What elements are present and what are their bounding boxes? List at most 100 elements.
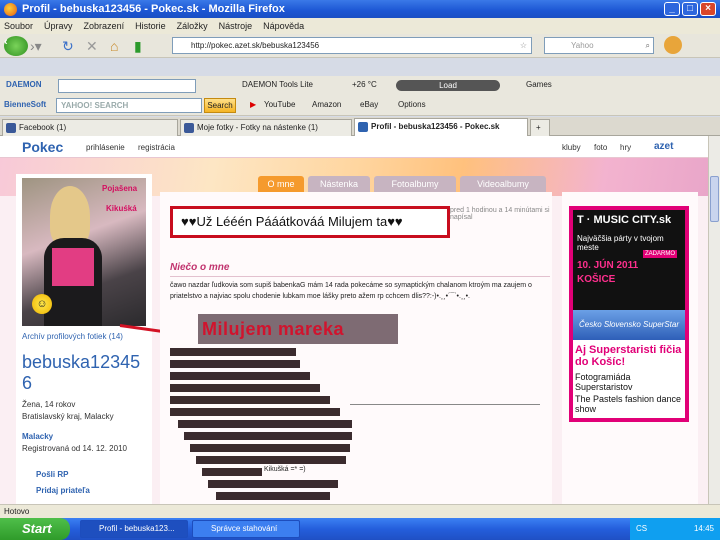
azet-logo[interactable]: azet [654,141,673,152]
window-title: Profil - bebuska123456 - Pokec.sk - Mozi… [22,3,285,15]
add-friend-link[interactable]: Pridaj priateľa [36,486,90,495]
photo-shirt [52,248,94,286]
text-art-row [170,408,340,416]
kiku-text: Kikušká =* =) [264,466,306,473]
menu-history[interactable]: Historie [135,21,166,31]
clock: 14:45 [693,524,714,533]
stop-icon[interactable]: ✕ [86,37,98,55]
status-bar: Hotovo [0,504,720,518]
text-art-row [196,456,346,464]
page-content: Pokec prihlásenie registrácia kluby foto… [0,136,708,504]
search-input[interactable]: Yahoo ⌕ [544,37,654,54]
yahoo-toolbar: BienneSoft YAHOO! SEARCH Search ▶ YouTub… [0,96,720,116]
menu-tools[interactable]: Nástroje [219,21,253,31]
profile-info: Žena, 14 rokov [22,400,76,409]
tab-videoalbumy[interactable]: Videoalbumy [460,176,546,192]
maximize-button[interactable]: □ [682,2,698,16]
clubs-link[interactable]: kluby [562,143,581,152]
yahoo-search-button[interactable]: Search [204,98,236,113]
login-link[interactable]: prihlásenie [86,143,125,152]
ad-sub1: Fotogramiáda Superstaristov [575,372,633,392]
games-link[interactable]: hry [620,143,631,152]
register-link[interactable]: registrácia [138,143,175,152]
photo-link[interactable]: foto [594,143,607,152]
amazon-link[interactable]: Amazon [312,100,341,109]
taskbar-item-firefox[interactable]: Profil - bebuska123... [80,520,188,538]
tab-o-mne[interactable]: O mne [258,176,304,192]
menu-file[interactable]: Soubor [4,21,33,31]
text-art-row [190,444,350,452]
ad-top: T · MUSIC CITY.sk Najväčšia párty v tvoj… [573,210,685,310]
task-label: Profil - bebuska123... [99,524,175,533]
page-scrollbar[interactable] [708,136,720,504]
city-link[interactable]: Malacky [22,432,53,441]
text-art-row [208,480,338,488]
send-message-link[interactable]: Pošli RP [36,470,68,479]
profile-location: Bratislavský kraj, Malacky [22,412,114,421]
photo-archive-link[interactable]: Archív profilových fotiek (14) [22,332,123,341]
search-placeholder: Yahoo [571,41,594,50]
biennesoft-label: BienneSoft [4,100,47,109]
text-art-row [170,348,296,356]
options-link[interactable]: Options [398,100,426,109]
ad-zdarma: ZADARMO [643,250,677,258]
start-button[interactable]: Start [0,518,70,540]
firefox-icon [4,2,17,16]
tab-facebook[interactable]: Facebook (1) [2,119,178,136]
tab-profil[interactable]: Profil - bebuska123456 - Pokec.sk [354,118,528,136]
menu-help[interactable]: Nápověda [263,21,304,31]
ebay-link[interactable]: eBay [360,100,378,109]
profile-photo[interactable]: ☺ Pojašena Kikuśká [22,178,146,326]
load-slider[interactable]: Load [396,80,500,91]
daemon-label[interactable]: DAEMON Tools Lite [242,80,313,89]
music-city-ad[interactable]: T · MUSIC CITY.sk Najväčšia párty v tvoj… [569,206,689,422]
address-bar[interactable]: http://pokec.azet.sk/bebuska123456 ☆ [172,37,532,54]
language-indicator[interactable]: CS [636,524,647,533]
reload-icon[interactable]: ↻ [62,37,74,55]
system-tray: CS 14:45 [630,518,720,540]
new-tab-button[interactable]: + [530,119,550,136]
ad-sub2: The Pastels fashion dance show [575,394,682,414]
text-art-row [184,432,352,440]
status-text: Hotovo [4,507,30,516]
search-icon[interactable]: ⌕ [646,38,650,53]
tab-moje-fotky[interactable]: Moje fotky - Fotky na nástenke (1) [180,119,352,136]
pokec-header: Pokec prihlásenie registrácia kluby foto… [0,136,708,158]
pokec-logo[interactable]: Pokec [22,139,63,155]
photo-caption-1: Pojašena [102,184,138,193]
weather-label[interactable]: +26 °C [352,80,377,89]
forward-button[interactable]: ›▾ [30,37,42,55]
photo-hair [50,186,90,246]
tab-fotoalbumy[interactable]: Fotoalbumy [374,176,456,192]
window-titlebar: Profil - bebuska123456 - Pokec.sk - Mozi… [0,0,720,18]
youtube-link[interactable]: YouTube [264,100,295,109]
menu-edit[interactable]: Úpravy [44,21,73,31]
games-label[interactable]: Games [526,80,552,89]
text-art-row [170,360,300,368]
minimize-button[interactable]: _ [664,2,680,16]
tab-label: Facebook (1) [19,123,67,132]
search-btn-label: Search [207,101,233,110]
daemon-search-input[interactable] [58,79,196,93]
ad-logo: T · MUSIC CITY.sk [577,214,672,226]
tab-label: Fotoalbumy [391,179,439,189]
youtube-icon: ▶ [250,100,257,109]
scrollbar-thumb[interactable] [710,176,719,222]
back-button[interactable]: ‹ [4,36,28,56]
text-art-line [350,404,540,405]
yahoo-search-input[interactable]: YAHOO! SEARCH [56,98,202,113]
tab-label: Profil - bebuska123456 - Pokec.sk [371,122,500,131]
profile-username: bebuska123456 [22,352,141,393]
about-heading: Niečo o mne [170,262,230,273]
divider [170,276,550,277]
ad-superstar: Česko Slovensko SuperStar [573,310,685,340]
taskbar-item-downloads[interactable]: Správce stahování [192,520,300,538]
close-button[interactable]: × [700,2,716,16]
menu-bookmarks[interactable]: Záložky [177,21,208,31]
menu-view[interactable]: Zobrazení [84,21,125,31]
bookmark-star-icon[interactable]: ☆ [520,38,527,53]
text-art-row [216,492,330,500]
home-icon[interactable]: ⌂ [110,37,118,55]
monkey-icon[interactable] [664,36,682,54]
tab-nastenka[interactable]: Nástenka [308,176,370,192]
